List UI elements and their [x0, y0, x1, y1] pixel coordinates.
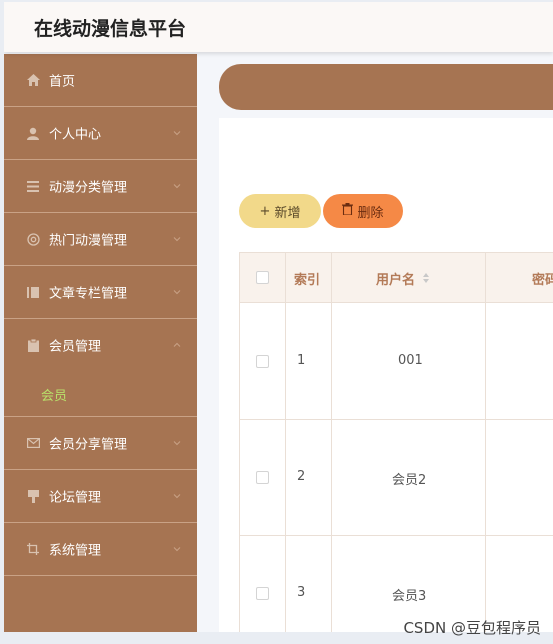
add-button[interactable]: + 新增	[239, 194, 321, 228]
add-button-label: 新增	[274, 205, 301, 221]
chevron-down-icon	[173, 131, 181, 136]
sidebar-item-label: 系统管理	[49, 543, 102, 559]
cell-username: 001	[398, 353, 423, 368]
sidebar-item-label: 会员分享管理	[49, 437, 128, 453]
sidebar-item-label: 论坛管理	[49, 490, 102, 506]
delete-button-label: 删除	[357, 205, 384, 221]
column-header-password: 密码	[532, 273, 553, 288]
main-content: + 新增 删除 索引 用户名 密码 1 001 2 会员2 3 会员3	[197, 52, 553, 632]
fire-icon	[26, 232, 40, 246]
member-table: 索引 用户名 密码 1 001 0 2 会员2	[239, 252, 553, 632]
sidebar-item-label: 动漫分类管理	[49, 180, 128, 196]
chevron-down-icon	[173, 184, 181, 189]
sidebar-subitem-member[interactable]: 会员	[41, 385, 67, 404]
delete-button[interactable]: 删除	[323, 194, 403, 228]
table-header: 索引 用户名 密码	[240, 253, 553, 303]
sidebar-item-member-management[interactable]: 会员管理	[4, 319, 197, 371]
chat-icon	[26, 489, 40, 503]
sidebar-item-personal-center[interactable]: 个人中心	[4, 107, 197, 160]
sidebar-item-label: 热门动漫管理	[49, 233, 128, 249]
sidebar-item-label: 个人中心	[49, 127, 102, 143]
row-checkbox[interactable]	[256, 587, 269, 600]
select-all-checkbox[interactable]	[256, 271, 269, 284]
sort-icon[interactable]	[422, 272, 430, 284]
sidebar-item-label: 会员管理	[49, 339, 102, 355]
sidebar-item-member-share[interactable]: 会员分享管理	[4, 417, 197, 470]
row-checkbox[interactable]	[256, 471, 269, 484]
book-icon	[26, 285, 40, 299]
clipboard-icon	[26, 338, 40, 352]
sidebar-item-articles[interactable]: 文章专栏管理	[4, 266, 197, 319]
app-title: 在线动漫信息平台	[34, 18, 187, 40]
sidebar-item-home[interactable]: 首页	[4, 54, 197, 107]
app-window: 在线动漫信息平台 首页 个人中心 动漫分类管理 热门动漫管理 文章专栏管理 会员…	[4, 2, 553, 632]
crop-icon	[26, 542, 40, 556]
sidebar-item-system[interactable]: 系统管理	[4, 523, 197, 576]
sidebar-item-label: 文章专栏管理	[49, 286, 128, 302]
list-icon	[26, 179, 40, 193]
row-divider	[240, 535, 553, 536]
sidebar: 首页 个人中心 动漫分类管理 热门动漫管理 文章专栏管理 会员管理 会员 会员分…	[4, 54, 197, 632]
column-divider	[285, 253, 286, 632]
submenu-members: 会员	[4, 371, 197, 417]
sidebar-item-hot-anime[interactable]: 热门动漫管理	[4, 213, 197, 266]
watermark: CSDN @豆包程序员	[403, 619, 541, 637]
cell-index: 3	[297, 585, 306, 600]
chevron-down-icon	[173, 547, 181, 552]
sidebar-item-forum[interactable]: 论坛管理	[4, 470, 197, 523]
sidebar-item-category[interactable]: 动漫分类管理	[4, 160, 197, 213]
row-checkbox[interactable]	[256, 355, 269, 368]
column-header-index: 索引	[294, 273, 321, 288]
trash-icon	[342, 203, 354, 219]
header-banner	[219, 64, 553, 110]
column-divider	[331, 253, 332, 632]
cell-username: 会员2	[392, 473, 427, 488]
plus-icon: +	[259, 203, 271, 219]
cell-index: 2	[297, 469, 306, 484]
cell-username: 会员3	[392, 589, 427, 604]
column-header-username[interactable]: 用户名	[376, 269, 415, 288]
cell-index: 1	[297, 353, 306, 368]
chevron-down-icon	[173, 237, 181, 242]
user-icon	[26, 126, 40, 140]
chevron-down-icon	[173, 441, 181, 446]
chevron-down-icon	[173, 494, 181, 499]
mail-icon	[26, 436, 40, 450]
sidebar-item-label: 首页	[49, 74, 76, 90]
row-divider	[240, 419, 553, 420]
column-divider	[485, 253, 486, 632]
home-icon	[26, 73, 40, 87]
content-card: + 新增 删除 索引 用户名 密码 1 001 2 会员2 3 会员3	[219, 118, 553, 632]
top-bar: 在线动漫信息平台	[4, 2, 553, 52]
chevron-up-icon	[173, 342, 181, 347]
chevron-down-icon	[173, 290, 181, 295]
